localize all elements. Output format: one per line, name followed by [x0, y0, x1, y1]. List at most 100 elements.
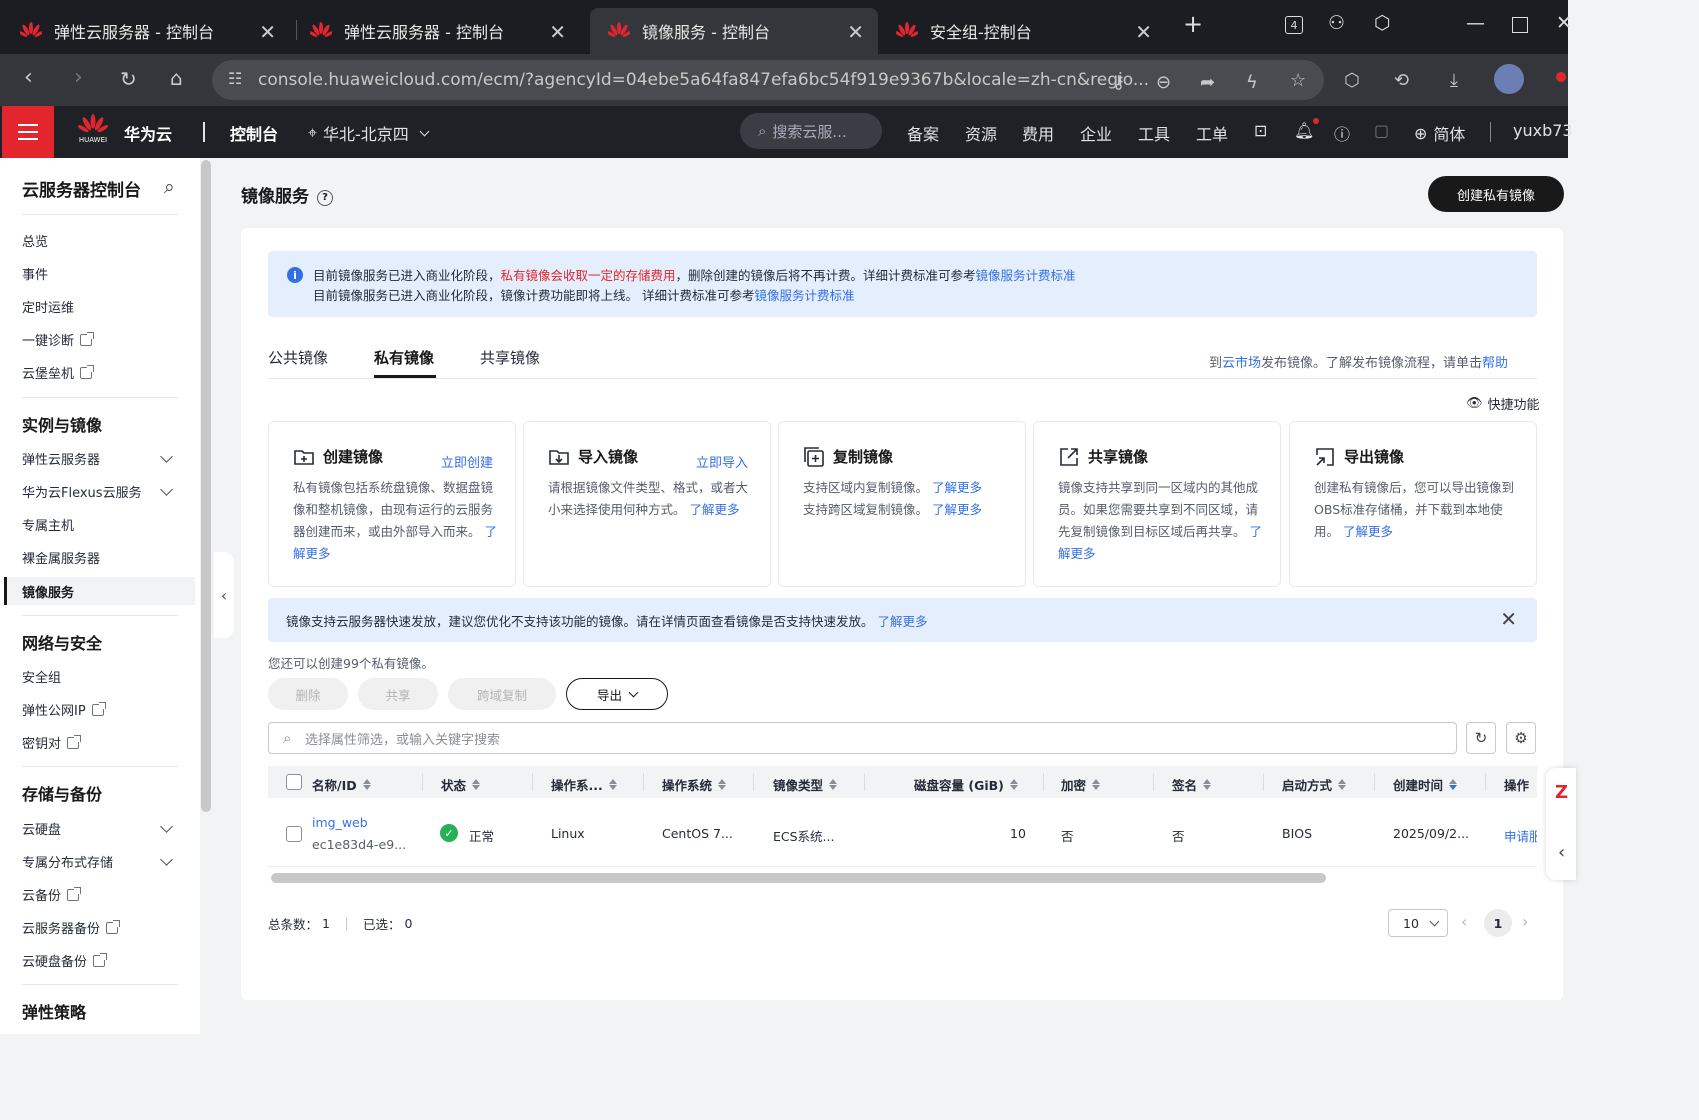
lightning-icon[interactable]: ϟ: [1246, 72, 1258, 93]
menu-icon[interactable]: [2, 106, 54, 158]
export-dropdown-button[interactable]: 导出: [566, 678, 668, 710]
tab-public-images[interactable]: 公共镜像: [268, 347, 328, 368]
language-selector[interactable]: ⊕ 简体: [1414, 121, 1465, 145]
sidebar-item-security-group[interactable]: 安全组: [22, 667, 61, 686]
sidebar-item-events[interactable]: 事件: [22, 264, 48, 283]
sidebar-item-cbr[interactable]: 云备份: [22, 885, 82, 904]
prev-page-icon[interactable]: ‹: [1461, 912, 1467, 931]
sidebar-scrollbar[interactable]: [201, 160, 211, 812]
column-encrypted[interactable]: 加密: [1061, 775, 1101, 794]
sidebar-item-image-service[interactable]: 镜像服务: [22, 582, 74, 601]
learn-more-link[interactable]: 了解更多: [932, 502, 982, 517]
current-page[interactable]: 1: [1484, 909, 1512, 937]
floating-assistant-widget[interactable]: Z ‹: [1546, 768, 1576, 880]
zoom-out-icon[interactable]: ⊖: [1156, 72, 1171, 93]
close-tab-icon[interactable]: ✕: [847, 20, 864, 44]
sidebar-item-eip[interactable]: 弹性公网IP: [22, 700, 106, 719]
sidebar-item-keypair[interactable]: 密钥对: [22, 733, 82, 752]
search-icon[interactable]: ⌕: [164, 176, 175, 198]
home-icon[interactable]: ⌂: [170, 66, 183, 90]
reload-icon[interactable]: ↻: [120, 67, 137, 91]
browser-tab[interactable]: 弹性云服务器 - 控制台 ✕: [2, 8, 290, 54]
sidebar-item-scheduled-ops[interactable]: 定时运维: [22, 297, 74, 316]
feedback-icon[interactable]: ▢: [1374, 121, 1389, 140]
history-icon[interactable]: ⟲: [1394, 70, 1409, 91]
search-input[interactable]: ⌕ 选择属性筛选，或输入关键字搜索: [268, 722, 1457, 754]
help-icon[interactable]: ?: [317, 189, 333, 206]
image-name-link[interactable]: img_web: [312, 815, 368, 830]
column-name-id[interactable]: 名称/ID: [312, 775, 371, 794]
apply-server-link[interactable]: 申请服: [1504, 826, 1537, 845]
learn-more-link[interactable]: 了解更多: [1343, 524, 1393, 539]
favorite-star-icon[interactable]: ☆: [1290, 70, 1306, 91]
learn-more-link[interactable]: 了解更多: [932, 480, 982, 495]
nav-tickets[interactable]: 工单: [1196, 121, 1228, 145]
global-search-input[interactable]: ⌕ 搜索云服...: [740, 113, 882, 149]
tab-shared-images[interactable]: 共享镜像: [480, 347, 540, 368]
close-tab-icon[interactable]: ✕: [259, 20, 276, 44]
nav-tools[interactable]: 工具: [1138, 121, 1170, 145]
cloud-shell-icon[interactable]: ⊡: [1254, 121, 1267, 140]
profile-avatar[interactable]: [1494, 64, 1524, 94]
page-size-select[interactable]: 10: [1388, 909, 1448, 937]
table-horizontal-scrollbar[interactable]: [271, 873, 1326, 883]
maximize-icon[interactable]: [1512, 17, 1528, 33]
forward-icon[interactable]: ›: [74, 65, 83, 90]
sidebar-item-disk-backup[interactable]: 云硬盘备份: [22, 951, 108, 970]
browser-tab[interactable]: 弹性云服务器 - 控制台 ✕: [292, 8, 580, 54]
refresh-button[interactable]: ↻: [1466, 722, 1496, 754]
column-image-type[interactable]: 镜像类型: [773, 775, 838, 794]
tab-count-icon[interactable]: 4: [1285, 16, 1303, 34]
learn-more-link[interactable]: 了解更多: [878, 614, 928, 629]
sidebar-item-bare-metal[interactable]: 裸金属服务器: [22, 548, 100, 567]
column-os-type[interactable]: 操作系...: [551, 775, 617, 794]
chevron-down-icon[interactable]: [160, 853, 173, 866]
sidebar-item-diagnosis[interactable]: 一键诊断: [22, 330, 95, 349]
chevron-down-icon[interactable]: [160, 450, 173, 463]
sidebar-item-dedicated-host[interactable]: 专属主机: [22, 515, 74, 534]
region-selector[interactable]: ⌖ 华北-北京四: [308, 121, 430, 145]
new-tab-icon[interactable]: +: [1183, 10, 1203, 38]
collapse-sidebar-button[interactable]: ‹: [214, 552, 234, 638]
copilot-icon[interactable]: ⚇: [1328, 12, 1345, 34]
delete-button[interactable]: 删除: [268, 678, 348, 710]
extension-puzzle-icon[interactable]: ⬡: [1344, 70, 1360, 91]
extensions-icon[interactable]: ⬡: [1374, 12, 1391, 34]
close-window-icon[interactable]: ✕: [1556, 12, 1572, 34]
row-checkbox[interactable]: [286, 826, 302, 842]
learn-more-link[interactable]: 了解更多: [690, 502, 740, 517]
quick-functions-toggle[interactable]: 👁︎ 快捷功能: [1466, 394, 1540, 413]
chevron-down-icon[interactable]: [160, 820, 173, 833]
nav-resources[interactable]: 资源: [965, 121, 997, 145]
close-tab-icon[interactable]: ✕: [549, 20, 566, 44]
download-icon[interactable]: ⤓: [1450, 70, 1458, 91]
column-signed[interactable]: 签名: [1172, 775, 1212, 794]
sidebar-item-dss[interactable]: 专属分布式存储: [22, 852, 113, 871]
brand-name[interactable]: 华为云: [124, 121, 172, 145]
huawei-logo[interactable]: HUAWEI: [78, 114, 108, 144]
sidebar-item-server-backup[interactable]: 云服务器备份: [22, 918, 121, 937]
minimize-icon[interactable]: —: [1466, 12, 1485, 34]
sidebar-item-overview[interactable]: 总览: [22, 231, 48, 250]
column-disk-capacity[interactable]: 磁盘容量 (GiB): [914, 775, 1018, 794]
browser-tab-active[interactable]: 镜像服务 - 控制台 ✕: [590, 8, 878, 54]
column-os[interactable]: 操作系统: [662, 775, 727, 794]
chevron-down-icon[interactable]: [160, 483, 173, 496]
billing-standard-link[interactable]: 镜像服务计费标准: [976, 268, 1076, 283]
sidebar-item-bastion[interactable]: 云堡垒机: [22, 363, 95, 382]
create-private-image-button[interactable]: 创建私有镜像: [1428, 176, 1564, 212]
browser-tab[interactable]: 安全组-控制台 ✕: [878, 8, 1166, 54]
sidebar-item-flexus[interactable]: 华为云Flexus云服务: [22, 482, 142, 501]
select-all-checkbox[interactable]: [286, 774, 302, 790]
nav-enterprise[interactable]: 企业: [1080, 121, 1112, 145]
help-link[interactable]: 帮助: [1482, 356, 1508, 371]
close-tab-icon[interactable]: ✕: [1135, 20, 1152, 44]
nav-filing[interactable]: 备案: [907, 121, 939, 145]
column-boot-mode[interactable]: 启动方式: [1282, 775, 1347, 794]
settings-button[interactable]: ⚙: [1506, 722, 1536, 754]
import-now-link[interactable]: 立即导入: [696, 452, 748, 471]
close-icon[interactable]: ✕: [1500, 607, 1517, 631]
share-button[interactable]: 共享: [358, 678, 438, 710]
billing-standard-link[interactable]: 镜像服务计费标准: [754, 288, 854, 303]
next-page-icon[interactable]: ›: [1522, 912, 1528, 931]
